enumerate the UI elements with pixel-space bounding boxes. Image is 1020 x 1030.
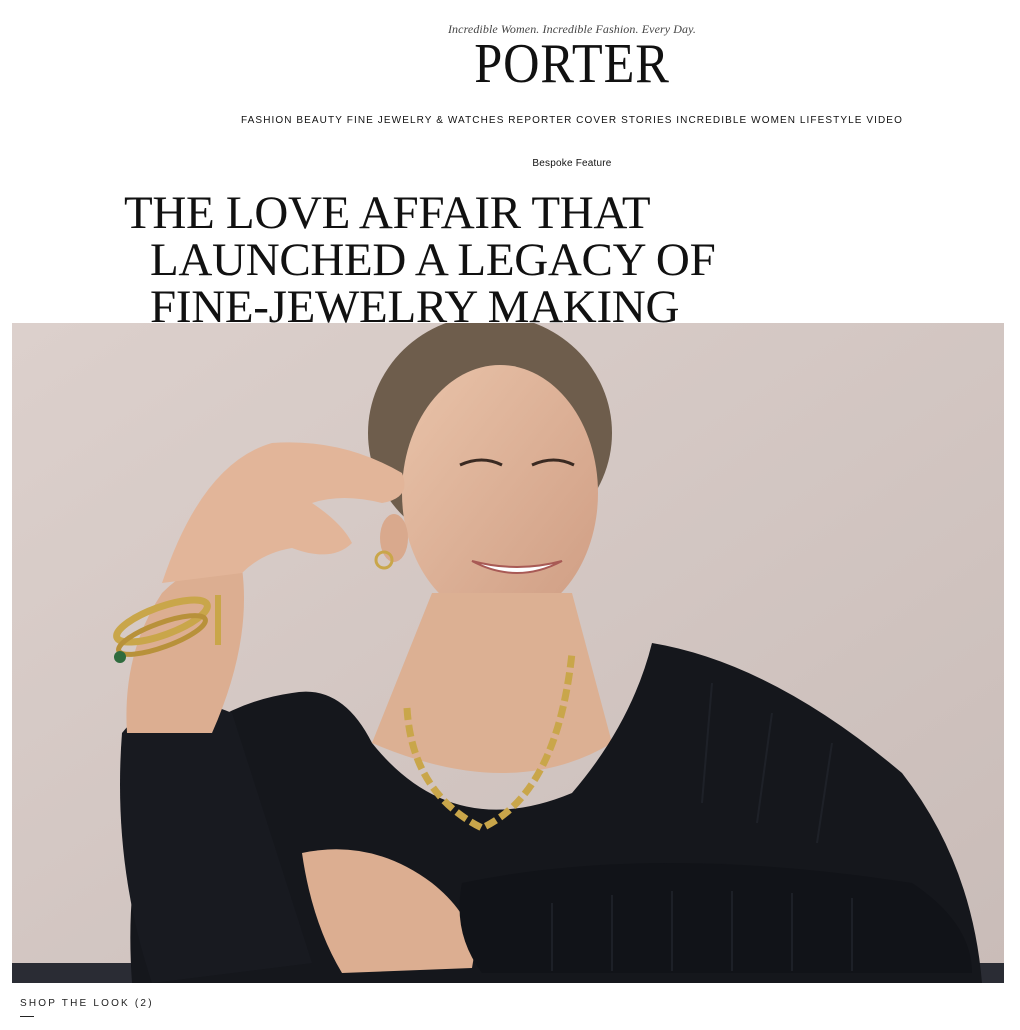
site-header: Incredible Women. Incredible Fashion. Ev… — [0, 0, 1020, 140]
hero-image — [12, 323, 1004, 983]
nav-item-cover-stories[interactable]: COVER STORIES — [576, 115, 672, 126]
nav-item-reporter[interactable]: REPORTER — [508, 115, 572, 126]
nav-item-fine-jewelry-watches[interactable]: FINE JEWELRY & WATCHES — [347, 115, 505, 126]
nav-item-fashion[interactable]: FASHION — [241, 115, 293, 126]
nav-item-lifestyle[interactable]: LIFESTYLE — [800, 115, 863, 126]
main-nav: FASHION BEAUTY FINE JEWELRY & WATCHES RE… — [241, 115, 903, 126]
article-headline: THE LOVE AFFAIR THAT LAUNCHED A LEGACY O… — [124, 190, 804, 331]
porter-logo[interactable]: PORTER — [417, 34, 727, 94]
nav-item-video[interactable]: VIDEO — [866, 115, 903, 126]
nav-item-incredible-women[interactable]: INCREDIBLE WOMEN — [676, 115, 796, 126]
shop-the-look-underline — [20, 1016, 34, 1017]
nav-item-beauty[interactable]: BEAUTY — [296, 115, 343, 126]
headline-line-3: FINE-JEWELRY MAKING — [150, 281, 680, 333]
hero-photo-illustration — [12, 323, 1004, 983]
article-kicker: Bespoke Feature — [532, 158, 612, 169]
headline-line-1: THE LOVE AFFAIR THAT — [124, 187, 651, 239]
headline-line-2: LAUNCHED A LEGACY OF — [150, 234, 716, 286]
shop-the-look-button[interactable]: SHOP THE LOOK (2) — [20, 998, 154, 1009]
